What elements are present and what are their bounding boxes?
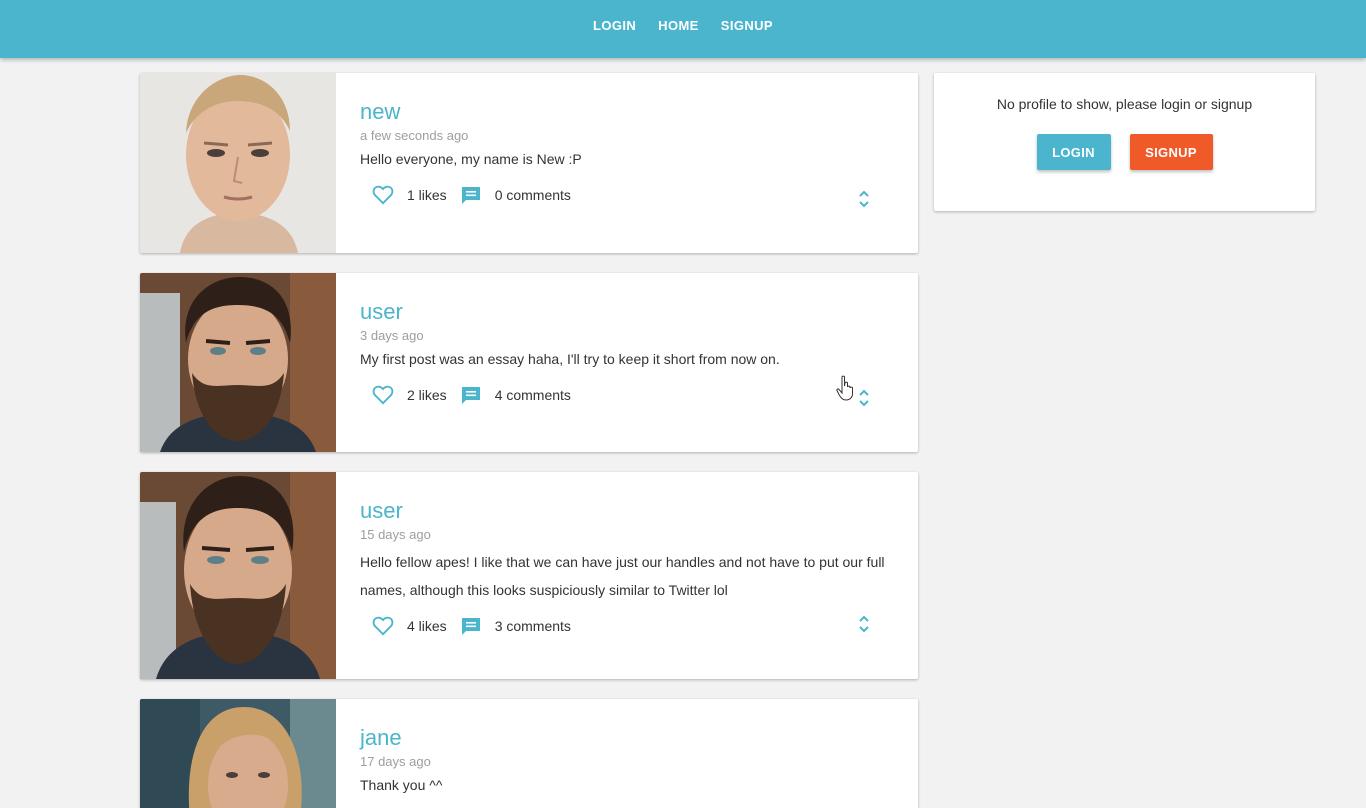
post-actions: 1 likes 0 comments xyxy=(360,185,894,205)
top-navbar: LOGIN HOME SIGNUP xyxy=(0,0,1366,58)
post-handle[interactable]: user xyxy=(360,498,894,524)
comment-button[interactable] xyxy=(460,616,482,636)
auth-buttons: LOGIN SIGNUP xyxy=(934,134,1315,170)
comments-count: 3 comments xyxy=(494,618,571,634)
post-card: jane 17 days ago Thank you ^^ xyxy=(140,699,918,808)
post-timestamp: a few seconds ago xyxy=(360,128,469,143)
post-handle[interactable]: new xyxy=(360,99,894,125)
comment-button[interactable] xyxy=(460,185,482,205)
like-button[interactable] xyxy=(372,616,394,636)
post-avatar[interactable] xyxy=(140,273,336,452)
post-actions: 4 likes 3 comments xyxy=(360,616,894,636)
chat-bubble-icon xyxy=(461,618,480,635)
nav-link-signup[interactable]: SIGNUP xyxy=(721,18,773,33)
chat-bubble-icon xyxy=(461,387,480,404)
post-text: Hello everyone, my name is New :P xyxy=(360,151,582,167)
avatar-image xyxy=(140,699,336,808)
post-timestamp: 17 days ago xyxy=(360,754,431,769)
post-handle[interactable]: user xyxy=(360,299,894,325)
post-content: user 15 days ago Hello fellow apes! I li… xyxy=(336,472,918,679)
post-timestamp: 15 days ago xyxy=(360,527,431,542)
avatar-image xyxy=(140,273,336,452)
likes-count: 2 likes xyxy=(407,387,447,403)
post-content: new a few seconds ago Hello everyone, my… xyxy=(336,73,918,253)
post-card: new a few seconds ago Hello everyone, my… xyxy=(140,73,918,253)
chat-bubble-icon xyxy=(461,187,480,204)
post-text: My first post was an essay haha, I'll tr… xyxy=(360,351,780,367)
post-feed: new a few seconds ago Hello everyone, my… xyxy=(140,73,918,808)
likes-count: 4 likes xyxy=(407,618,447,634)
no-profile-message: No profile to show, please login or sign… xyxy=(996,96,1253,112)
post-timestamp: 3 days ago xyxy=(360,328,424,343)
expand-post-button[interactable] xyxy=(858,388,870,413)
unfold-more-icon xyxy=(859,190,869,208)
like-button[interactable] xyxy=(372,185,394,205)
signup-button[interactable]: SIGNUP xyxy=(1129,134,1213,170)
unfold-more-icon xyxy=(859,615,869,633)
login-button[interactable]: LOGIN xyxy=(1036,134,1111,170)
nav-link-home[interactable]: HOME xyxy=(658,18,699,33)
comments-count: 0 comments xyxy=(494,187,571,203)
like-button[interactable] xyxy=(372,385,394,405)
post-avatar[interactable] xyxy=(140,472,336,679)
post-actions: 2 likes 4 comments xyxy=(360,385,894,405)
unfold-more-icon xyxy=(859,389,869,407)
expand-post-button[interactable] xyxy=(858,614,870,639)
comments-count: 4 comments xyxy=(494,387,571,403)
profile-card: No profile to show, please login or sign… xyxy=(934,73,1315,211)
likes-count: 1 likes xyxy=(407,187,447,203)
nav-link-login[interactable]: LOGIN xyxy=(593,18,636,33)
post-card: user 3 days ago My first post was an ess… xyxy=(140,273,918,452)
heart-outline-icon xyxy=(372,385,394,405)
post-avatar[interactable] xyxy=(140,73,336,253)
post-handle[interactable]: jane xyxy=(360,725,894,751)
post-content: user 3 days ago My first post was an ess… xyxy=(336,273,918,452)
post-avatar[interactable] xyxy=(140,699,336,808)
avatar-image xyxy=(140,73,336,253)
expand-post-button[interactable] xyxy=(858,189,870,214)
post-content: jane 17 days ago Thank you ^^ xyxy=(336,699,918,808)
post-card: user 15 days ago Hello fellow apes! I li… xyxy=(140,472,918,679)
hand-pointer-icon xyxy=(836,375,854,406)
heart-outline-icon xyxy=(372,185,394,205)
avatar-image xyxy=(140,472,336,679)
post-text: Thank you ^^ xyxy=(360,777,443,793)
comment-button[interactable] xyxy=(460,385,482,405)
post-text: Hello fellow apes! I like that we can ha… xyxy=(360,554,885,598)
heart-outline-icon xyxy=(372,616,394,636)
